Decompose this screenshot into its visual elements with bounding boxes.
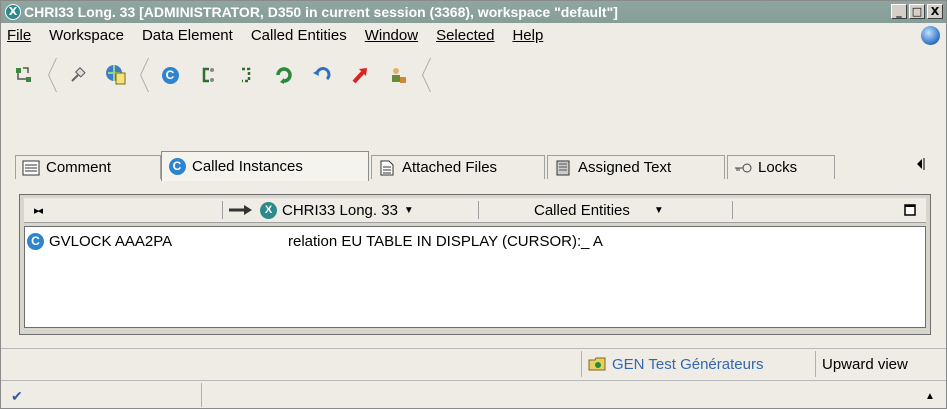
tab-bar: Comment C Called Instances Attached File…: [9, 151, 939, 181]
tab-label: Called Instances: [192, 158, 303, 175]
assigned-text-icon: [554, 160, 572, 176]
called-entity-icon[interactable]: C: [155, 60, 185, 90]
instance-relation: relation EU TABLE IN DISPLAY (CURSOR):_ …: [288, 232, 603, 250]
called-instances-list: C GVLOCK AAA2PA relation EU TABLE IN DIS…: [24, 226, 926, 328]
column-selector[interactable]: Called Entities ▼: [534, 198, 664, 222]
dropdown-arrow-icon: ▼: [653, 204, 664, 216]
menu-help[interactable]: Help: [512, 27, 543, 44]
comment-icon: [22, 160, 40, 176]
key-icon: [734, 160, 752, 176]
entity-icon: X: [260, 201, 277, 219]
tab-scroll-left-button[interactable]: [913, 158, 927, 174]
tab-called-instances[interactable]: C Called Instances: [161, 151, 369, 181]
instance-name: GVLOCK AAA2PA: [49, 232, 173, 250]
toolbar-separator: [49, 58, 57, 92]
globe-icon[interactable]: [921, 26, 940, 45]
undo-icon[interactable]: [307, 60, 337, 90]
bottom-bar: ✔ ▲: [1, 380, 946, 409]
tab-assigned-text[interactable]: Assigned Text: [547, 155, 725, 179]
status-bar: GEN Test Générateurs Upward view: [1, 348, 946, 379]
window-title: CHRI33 Long. 33 [ADMINISTRATOR, D350 in …: [24, 4, 618, 20]
menu-file[interactable]: File: [7, 27, 31, 44]
square-icon: [904, 204, 916, 216]
bracket-icon[interactable]: [193, 60, 223, 90]
list-item[interactable]: C GVLOCK AAA2PA relation EU TABLE IN DIS…: [27, 231, 603, 251]
column-label: Called Entities: [534, 201, 630, 219]
toolbar-separator: [141, 58, 149, 92]
title-bar[interactable]: X CHRI33 Long. 33 [ADMINISTRATOR, D350 i…: [1, 1, 946, 23]
folder-icon: [588, 357, 606, 371]
upward-view-button[interactable]: Upward view: [815, 351, 914, 377]
menu-called-entities[interactable]: Called Entities: [251, 27, 347, 44]
tab-locks[interactable]: Locks: [727, 155, 835, 179]
toolbar: C: [9, 53, 939, 97]
view-label: Upward view: [822, 355, 908, 373]
toolbar-separator: [423, 58, 431, 92]
menu-workspace[interactable]: Workspace: [49, 27, 124, 44]
entity-selector[interactable]: X CHRI33 Long. 33 ▼: [228, 198, 414, 222]
menu-data-element[interactable]: Data Element: [142, 27, 233, 44]
pin-icon[interactable]: [63, 60, 93, 90]
tab-label: Comment: [46, 159, 112, 176]
entity-label: CHRI33 Long. 33: [282, 201, 398, 219]
maximize-button[interactable]: □: [909, 4, 925, 19]
tab-attached-files[interactable]: Attached Files: [371, 155, 545, 179]
refresh-icon[interactable]: [269, 60, 299, 90]
menu-window[interactable]: Window: [365, 27, 418, 44]
tab-comment[interactable]: Comment: [15, 155, 161, 179]
check-icon[interactable]: ✔: [5, 383, 29, 409]
gen-workspace-button[interactable]: GEN Test Générateurs: [581, 351, 769, 377]
close-button[interactable]: X: [927, 4, 943, 19]
people-icon[interactable]: [383, 60, 413, 90]
app-icon[interactable]: X: [5, 4, 21, 20]
minimize-button[interactable]: _: [891, 4, 907, 19]
triangle-left-icon: [917, 158, 925, 170]
maximize-panel-button[interactable]: [904, 198, 916, 222]
called-entity-icon: C: [27, 232, 44, 250]
gen-label: GEN Test Générateurs: [612, 355, 764, 373]
called-entity-letter: C: [161, 66, 179, 84]
arrow-right-icon: [229, 205, 252, 215]
tab-label: Assigned Text: [578, 159, 672, 176]
called-instances-letter: C: [168, 158, 186, 175]
dashed-bracket-icon[interactable]: [231, 60, 261, 90]
scroll-up-icon[interactable]: ▲: [919, 383, 941, 409]
dropdown-arrow-icon: ▼: [403, 204, 414, 216]
application-window: X CHRI33 Long. 33 [ADMINISTRATOR, D350 i…: [0, 0, 947, 409]
arrow-up-right-icon[interactable]: [345, 60, 375, 90]
attached-files-icon: [378, 160, 396, 176]
menu-bar: File Workspace Data Element Called Entit…: [1, 23, 946, 47]
globe-document-icon[interactable]: [101, 60, 131, 90]
table-header: ▸◂ X CHRI33 Long. 33 ▼ Called Entities ▼: [24, 198, 926, 223]
called-instances-icon: C: [168, 158, 186, 175]
called-instances-panel: ▸◂ X CHRI33 Long. 33 ▼ Called Entities ▼…: [19, 194, 931, 335]
menu-selected[interactable]: Selected: [436, 27, 494, 44]
collapse-button[interactable]: ▸◂: [34, 198, 43, 222]
tree-expand-icon[interactable]: [9, 60, 39, 90]
tab-label: Locks: [758, 159, 798, 176]
tab-label: Attached Files: [402, 159, 498, 176]
